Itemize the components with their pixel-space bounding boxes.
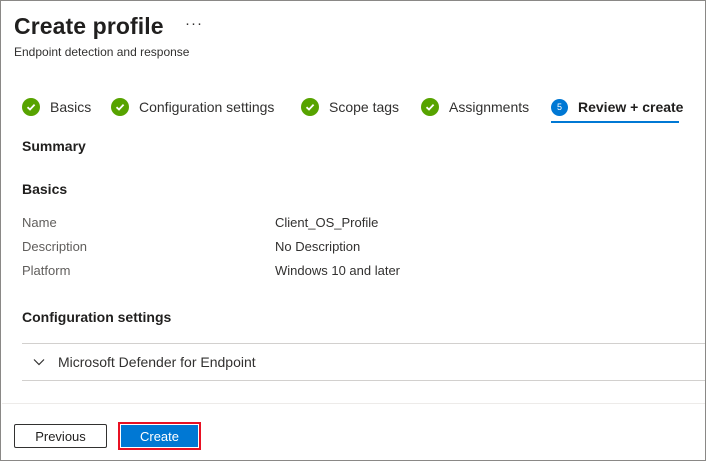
tab-scope-tags[interactable]: Scope tags	[301, 96, 399, 118]
name-label: Name	[22, 215, 57, 230]
divider	[22, 380, 705, 381]
create-profile-panel: Create profile ··· Endpoint detection an…	[0, 0, 706, 461]
tab-configuration-settings[interactable]: Configuration settings	[111, 96, 274, 118]
description-label: Description	[22, 239, 88, 254]
check-icon	[22, 98, 40, 116]
tab-label: Scope tags	[329, 99, 400, 115]
tab-assignments[interactable]: Assignments	[421, 96, 529, 118]
summary-heading: Summary	[22, 138, 86, 154]
page-title: Create profile	[14, 13, 164, 39]
tab-label: Assignments	[449, 99, 530, 115]
active-tab-indicator	[551, 121, 679, 123]
platform-value: Windows 10 and later	[275, 263, 401, 278]
accordion-label: Microsoft Defender for Endpoint	[58, 354, 256, 370]
platform-label: Platform	[22, 263, 71, 278]
check-icon	[111, 98, 129, 116]
basics-heading: Basics	[22, 181, 68, 197]
name-value: Client_OS_Profile	[275, 215, 379, 230]
check-icon	[301, 98, 319, 116]
tab-label: Basics	[50, 99, 92, 115]
create-button[interactable]: Create	[121, 425, 198, 447]
more-options-icon[interactable]: ···	[185, 15, 203, 32]
tab-label: Configuration settings	[139, 99, 275, 115]
defender-accordion[interactable]: Microsoft Defender for Endpoint	[22, 344, 705, 380]
create-button-highlight: Create	[118, 422, 201, 450]
tab-review-create[interactable]: 5 Review + create	[551, 96, 683, 118]
check-icon	[421, 98, 439, 116]
footer-divider	[2, 403, 705, 404]
previous-button[interactable]: Previous	[14, 424, 107, 448]
description-value: No Description	[275, 239, 361, 254]
page-subtitle: Endpoint detection and response	[14, 45, 190, 59]
configuration-settings-heading: Configuration settings	[22, 309, 172, 325]
step-number-badge: 5	[551, 98, 568, 116]
tab-label: Review + create	[578, 99, 684, 115]
chevron-down-icon	[33, 359, 45, 366]
tab-basics[interactable]: Basics	[22, 96, 91, 118]
